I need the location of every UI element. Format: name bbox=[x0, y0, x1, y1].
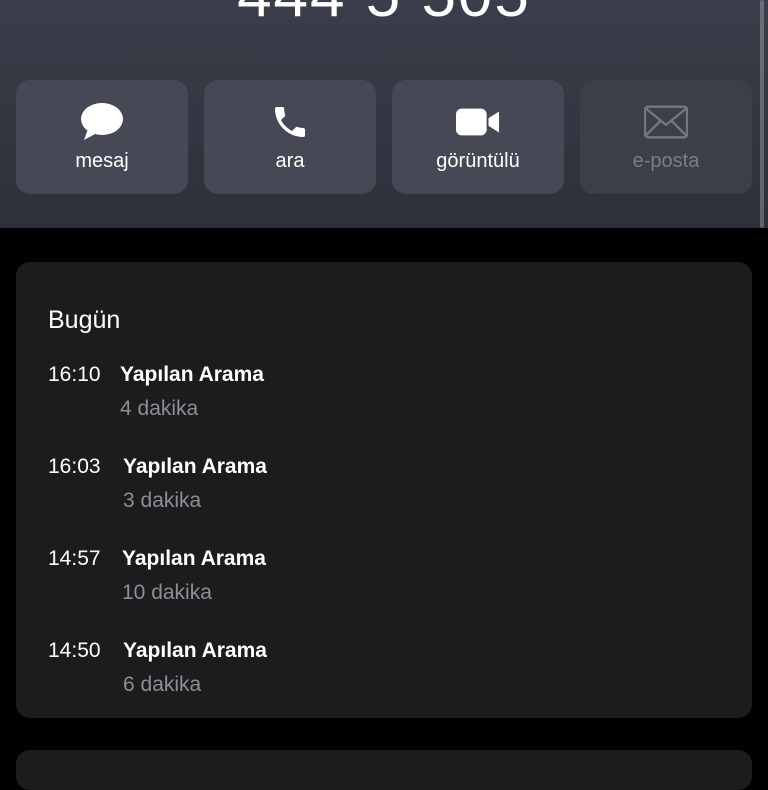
call-history-item: 16:03 Yapılan Arama 3 dakika bbox=[48, 453, 720, 545]
call-time: 16:10 bbox=[48, 363, 101, 386]
call-type: Yapılan Arama bbox=[120, 363, 264, 386]
call-duration: 10 dakika bbox=[122, 581, 212, 604]
call-info: Yapılan Arama 10 dakika bbox=[122, 545, 266, 607]
call-type: Yapılan Arama bbox=[123, 455, 267, 478]
call-info: Yapılan Arama 4 dakika bbox=[120, 361, 264, 423]
video-call-button[interactable]: görüntülü bbox=[392, 80, 564, 194]
call-info: Yapılan Arama 6 dakika bbox=[123, 637, 267, 699]
email-label: e-posta bbox=[632, 150, 700, 172]
phone-icon bbox=[268, 102, 312, 142]
call-duration: 3 dakika bbox=[123, 489, 202, 512]
call-history-item: 14:50 Yapılan Arama 6 dakika bbox=[48, 637, 720, 729]
mail-icon bbox=[644, 102, 688, 142]
call-time: 16:03 bbox=[48, 455, 101, 478]
message-label: mesaj bbox=[75, 150, 129, 172]
call-duration: 4 dakika bbox=[120, 397, 199, 420]
message-button[interactable]: mesaj bbox=[16, 80, 188, 194]
call-time: 14:50 bbox=[48, 639, 101, 662]
phone-number: 444 5 505 bbox=[0, 0, 768, 31]
video-camera-icon bbox=[456, 102, 500, 142]
call-label: ara bbox=[275, 150, 305, 172]
video-call-label: görüntülü bbox=[436, 150, 520, 172]
scrollbar[interactable] bbox=[760, 0, 764, 228]
email-button[interactable]: e-posta bbox=[580, 80, 752, 194]
contact-header: 444 5 505 mesaj ara bbox=[0, 0, 768, 228]
next-section-card bbox=[16, 750, 752, 790]
call-info: Yapılan Arama 3 dakika bbox=[123, 453, 267, 515]
call-history-card: Bugün 16:10 Yapılan Arama 4 dakika 16:03… bbox=[16, 262, 752, 718]
action-buttons: mesaj ara görüntülü e-posta bbox=[16, 80, 752, 194]
call-type: Yapılan Arama bbox=[123, 639, 267, 662]
call-history-item: 14:57 Yapılan Arama 10 dakika bbox=[48, 545, 720, 637]
call-duration: 6 dakika bbox=[123, 673, 202, 696]
message-bubble-icon bbox=[80, 102, 124, 142]
call-history-item: 16:10 Yapılan Arama 4 dakika bbox=[48, 361, 720, 453]
call-history-title: Bugün bbox=[48, 306, 121, 334]
call-time: 14:57 bbox=[48, 547, 101, 570]
call-type: Yapılan Arama bbox=[122, 547, 266, 570]
call-button[interactable]: ara bbox=[204, 80, 376, 194]
